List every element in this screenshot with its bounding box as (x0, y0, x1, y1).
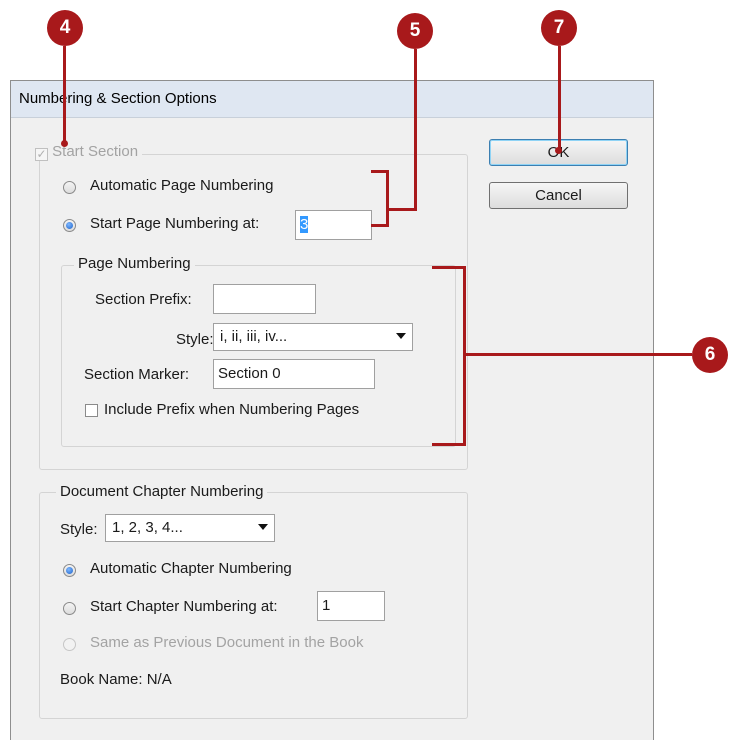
start-page-numbering-label[interactable]: Start Page Numbering at: (90, 215, 259, 232)
chapter-style-value: 1, 2, 3, 4... (112, 519, 183, 536)
include-prefix-label[interactable]: Include Prefix when Numbering Pages (104, 401, 359, 418)
dialog-title: Numbering & Section Options (19, 90, 217, 107)
numbering-section-options-dialog: Numbering & Section Options ✓ Start Sect… (10, 80, 654, 740)
start-section-checkbox[interactable]: ✓ (35, 148, 48, 161)
chevron-down-icon (396, 333, 406, 339)
start-chapter-numbering-radio[interactable] (63, 602, 76, 615)
callout-5-connector (388, 208, 417, 211)
cancel-button[interactable]: Cancel (489, 182, 628, 209)
callout-6-bracket (432, 266, 466, 446)
section-prefix-label: Section Prefix: (95, 291, 192, 308)
start-page-numbering-radio[interactable] (63, 219, 76, 232)
section-marker-label: Section Marker: (84, 366, 190, 383)
start-chapter-numbering-label[interactable]: Start Chapter Numbering at: (90, 598, 278, 615)
start-section-legend: ✓ Start Section (31, 143, 143, 161)
callout-5-bracket (371, 170, 389, 227)
callout-5: 5 (397, 13, 433, 49)
callout-7: 7 (541, 10, 577, 46)
callout-4: 4 (47, 10, 83, 46)
section-marker-input[interactable]: Section 0 (213, 359, 375, 389)
chapter-style-label: Style: (60, 521, 98, 538)
include-prefix-checkbox[interactable] (85, 404, 98, 417)
start-page-number-value: 3 (300, 216, 309, 233)
callout-5-line (414, 49, 417, 210)
callout-4-dot (61, 140, 68, 147)
start-chapter-number-input[interactable]: 1 (317, 591, 385, 621)
callout-4-line (63, 46, 66, 142)
page-numbering-legend: Page Numbering (74, 255, 195, 272)
chapter-numbering-legend: Document Chapter Numbering (56, 483, 268, 500)
section-prefix-input[interactable] (213, 284, 316, 314)
book-name-label: Book Name: N/A (60, 671, 172, 688)
callout-7-dot (555, 147, 562, 154)
page-style-label: Style: (176, 331, 214, 348)
page-style-value: i, ii, iii, iv... (220, 328, 288, 345)
same-as-previous-label[interactable]: Same as Previous Document in the Book (90, 634, 363, 651)
title-bar: Numbering & Section Options (11, 81, 653, 118)
callout-6: 6 (692, 337, 728, 373)
same-as-previous-radio[interactable] (63, 638, 76, 651)
page-style-select[interactable]: i, ii, iii, iv... (213, 323, 413, 351)
callout-7-line (558, 46, 561, 149)
chapter-style-select[interactable]: 1, 2, 3, 4... (105, 514, 275, 542)
automatic-page-numbering-radio[interactable] (63, 181, 76, 194)
start-page-number-input[interactable]: 3 (295, 210, 372, 240)
automatic-chapter-numbering-radio[interactable] (63, 564, 76, 577)
automatic-page-numbering-label[interactable]: Automatic Page Numbering (90, 177, 273, 194)
automatic-chapter-numbering-label[interactable]: Automatic Chapter Numbering (90, 560, 292, 577)
callout-6-line (466, 353, 692, 356)
chevron-down-icon (258, 524, 268, 530)
